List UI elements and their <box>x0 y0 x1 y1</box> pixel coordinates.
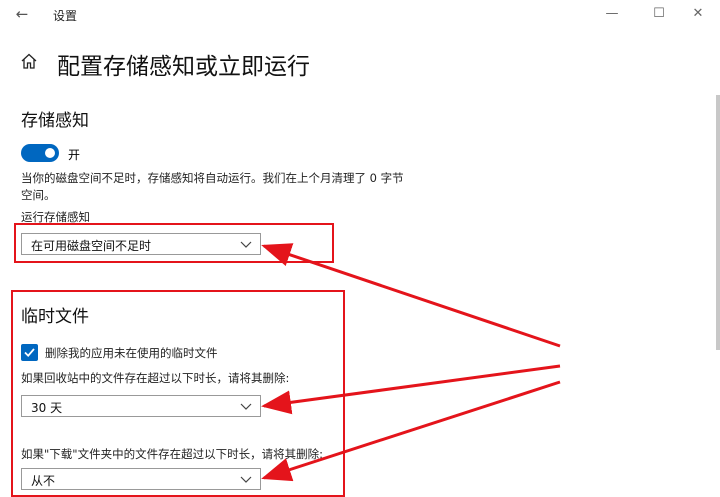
toggle-knob <box>45 148 55 158</box>
maximize-button[interactable]: ☐ <box>647 3 671 25</box>
storage-sense-description: 当你的磁盘空间不足时，存储感知将自动运行。我们在上个月清理了 0 字节 空间。 <box>21 171 404 202</box>
annotation-box-temp-files <box>11 290 345 497</box>
page-title: 配置存储感知或立即运行 <box>57 54 310 80</box>
scrollbar[interactable] <box>716 95 720 350</box>
title-bar: ← 设置 — ☐ ✕ <box>0 0 720 30</box>
home-icon[interactable] <box>20 52 38 70</box>
annotation-box-run <box>14 223 334 263</box>
close-button[interactable]: ✕ <box>686 3 710 25</box>
app-title: 设置 <box>53 9 78 23</box>
minimize-button[interactable]: — <box>600 3 624 25</box>
storage-sense-heading: 存储感知 <box>21 111 89 131</box>
back-arrow-icon[interactable]: ← <box>12 4 32 24</box>
storage-sense-toggle[interactable] <box>21 144 59 162</box>
toggle-state-label: 开 <box>68 148 81 162</box>
